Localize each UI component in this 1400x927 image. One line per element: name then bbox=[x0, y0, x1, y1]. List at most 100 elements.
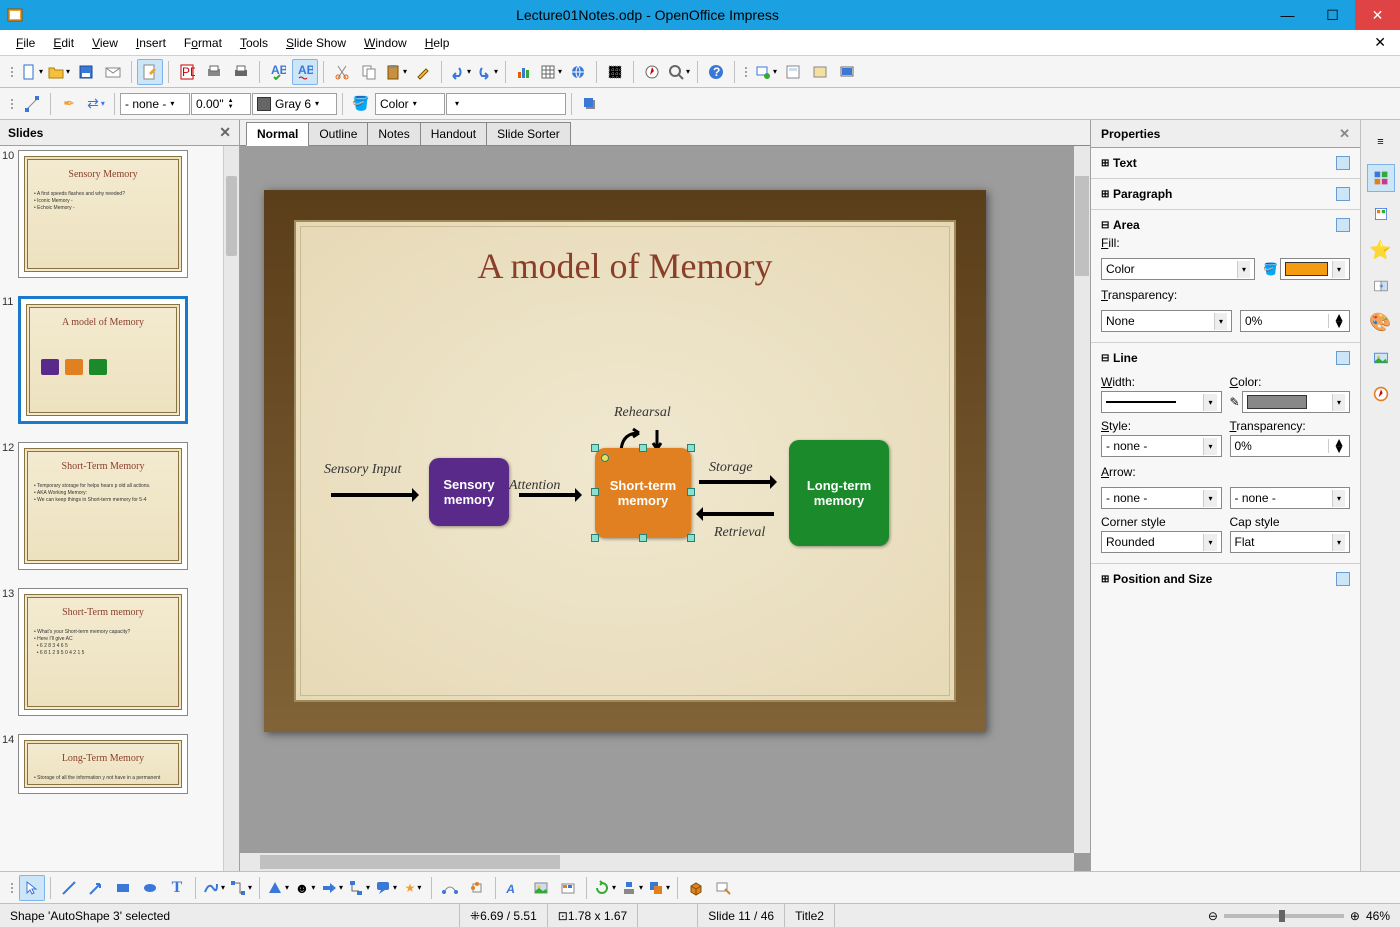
hyperlink-button[interactable] bbox=[565, 59, 591, 85]
zoom-out-button[interactable]: ⊖ bbox=[1208, 909, 1218, 923]
selection-handle[interactable] bbox=[639, 444, 647, 452]
slide-layout-button[interactable] bbox=[780, 59, 806, 85]
line-tool-button[interactable] bbox=[56, 875, 82, 901]
grid-button[interactable] bbox=[602, 59, 628, 85]
line-color-select[interactable]: Gray 6▾ bbox=[252, 93, 337, 115]
presentation-button[interactable] bbox=[834, 59, 860, 85]
box-long-term[interactable]: Long-term memory bbox=[789, 440, 889, 546]
stars-button[interactable]: ★▾ bbox=[400, 875, 426, 901]
gluepoints-button[interactable] bbox=[464, 875, 490, 901]
rail-custom-animation-button[interactable]: ⭐ bbox=[1367, 236, 1395, 264]
extrusion-button[interactable] bbox=[683, 875, 709, 901]
print-button[interactable] bbox=[228, 59, 254, 85]
menu-help[interactable]: Help bbox=[417, 32, 458, 54]
basic-shapes-button[interactable]: ▾ bbox=[265, 875, 291, 901]
arrow[interactable] bbox=[519, 493, 579, 497]
section-position-size[interactable]: ⊞Position and Size bbox=[1101, 568, 1350, 590]
toolbar-grip[interactable] bbox=[9, 99, 15, 109]
connector-tool-button[interactable]: ▾ bbox=[228, 875, 254, 901]
box-sensory[interactable]: Sensory memory bbox=[429, 458, 509, 526]
arrow[interactable] bbox=[331, 493, 416, 497]
adjustment-handle[interactable] bbox=[601, 454, 609, 462]
navigator-button[interactable] bbox=[639, 59, 665, 85]
menu-file[interactable]: File bbox=[8, 32, 43, 54]
properties-close-icon[interactable]: ✕ bbox=[1339, 126, 1350, 142]
slide-thumb[interactable]: 11 A model of Memory bbox=[18, 296, 231, 424]
shadow-button[interactable] bbox=[577, 91, 603, 117]
maximize-button[interactable]: ☐ bbox=[1310, 0, 1355, 30]
slide-thumb[interactable]: 10 Sensory Memory • A first speeds flash… bbox=[18, 150, 231, 278]
slide-title[interactable]: A model of Memory bbox=[264, 245, 986, 287]
rectangle-tool-button[interactable] bbox=[110, 875, 136, 901]
fontwork-button[interactable]: A bbox=[501, 875, 527, 901]
alignment-button[interactable]: ▾ bbox=[619, 875, 645, 901]
rail-slide-transition-button[interactable] bbox=[1367, 272, 1395, 300]
line-width-select[interactable]: ▾ bbox=[1101, 391, 1222, 413]
section-area-header[interactable]: ⊟Area bbox=[1101, 214, 1350, 236]
table-button[interactable]: ▾ bbox=[538, 59, 564, 85]
arrange-button[interactable]: ▾ bbox=[646, 875, 672, 901]
fill-type-select[interactable]: Color▾ bbox=[1101, 258, 1255, 280]
rail-master-pages-button[interactable] bbox=[1367, 200, 1395, 228]
edit-points-button[interactable] bbox=[19, 91, 45, 117]
selection-handle[interactable] bbox=[591, 444, 599, 452]
slide-thumb[interactable]: 14 Long-Term Memory • Storage of all the… bbox=[18, 734, 231, 794]
tab-slide-sorter[interactable]: Slide Sorter bbox=[486, 122, 571, 146]
rail-styles-button[interactable]: 🎨 bbox=[1367, 308, 1395, 336]
fill-type-select[interactable]: Color▾ bbox=[375, 93, 445, 115]
menu-format[interactable]: Format bbox=[176, 32, 230, 54]
menu-edit[interactable]: Edit bbox=[45, 32, 82, 54]
redo-button[interactable]: ▾ bbox=[474, 59, 500, 85]
corner-style-select[interactable]: Rounded▾ bbox=[1101, 531, 1222, 553]
area-style-icon[interactable]: 🪣 bbox=[348, 91, 374, 117]
slide[interactable]: A model of Memory Sensory Input Attentio… bbox=[264, 190, 986, 732]
toolbar-grip[interactable] bbox=[9, 883, 15, 893]
line-arrow-tool-button[interactable] bbox=[83, 875, 109, 901]
line-color-select[interactable]: ▾ bbox=[1242, 391, 1350, 413]
gallery-button[interactable] bbox=[555, 875, 581, 901]
export-pdf-button[interactable]: PDF bbox=[174, 59, 200, 85]
copy-button[interactable] bbox=[356, 59, 382, 85]
section-text[interactable]: ⊞Text bbox=[1101, 152, 1350, 174]
save-button[interactable] bbox=[73, 59, 99, 85]
print-preview-button[interactable] bbox=[201, 59, 227, 85]
menu-tools[interactable]: Tools bbox=[232, 32, 276, 54]
tab-notes[interactable]: Notes bbox=[367, 122, 420, 146]
zoom-value[interactable]: 46% bbox=[1366, 909, 1390, 923]
menu-slideshow[interactable]: Slide Show bbox=[278, 32, 354, 54]
callouts-button[interactable]: ▾ bbox=[373, 875, 399, 901]
from-file-button[interactable] bbox=[528, 875, 554, 901]
zoom-in-button[interactable]: ⊕ bbox=[1350, 909, 1360, 923]
selection-handle[interactable] bbox=[639, 534, 647, 542]
zoom-slider[interactable] bbox=[1224, 914, 1344, 918]
section-paragraph[interactable]: ⊞Paragraph bbox=[1101, 183, 1350, 205]
interaction-button[interactable] bbox=[710, 875, 736, 901]
menu-window[interactable]: Window bbox=[356, 32, 415, 54]
selection-handle[interactable] bbox=[591, 534, 599, 542]
selection-handle[interactable] bbox=[591, 488, 599, 496]
tab-handout[interactable]: Handout bbox=[420, 122, 487, 146]
transparency-type-select[interactable]: None▾ bbox=[1101, 310, 1232, 332]
chart-button[interactable] bbox=[511, 59, 537, 85]
selection-handle[interactable] bbox=[687, 534, 695, 542]
selection-handle[interactable] bbox=[687, 444, 695, 452]
rotate-button[interactable]: ▾ bbox=[592, 875, 618, 901]
spellcheck-button[interactable]: ABC bbox=[265, 59, 291, 85]
undo-button[interactable]: ▾ bbox=[447, 59, 473, 85]
minimize-button[interactable]: — bbox=[1265, 0, 1310, 30]
select-tool-button[interactable] bbox=[19, 875, 45, 901]
open-button[interactable]: ▾ bbox=[46, 59, 72, 85]
close-button[interactable]: ✕ bbox=[1355, 0, 1400, 30]
vertical-scrollbar[interactable] bbox=[1074, 146, 1090, 853]
cut-button[interactable] bbox=[329, 59, 355, 85]
rail-gallery-button[interactable] bbox=[1367, 344, 1395, 372]
document-close-button[interactable]: ✕ bbox=[1368, 34, 1392, 51]
fill-color-select[interactable]: ▾ bbox=[1280, 258, 1350, 280]
horizontal-scrollbar[interactable] bbox=[240, 853, 1074, 871]
label-storage[interactable]: Storage bbox=[709, 460, 753, 476]
toolbar-grip[interactable] bbox=[9, 67, 15, 77]
label-rehearsal[interactable]: Rehearsal bbox=[614, 405, 671, 421]
new-button[interactable]: ▾ bbox=[19, 59, 45, 85]
edit-file-button[interactable] bbox=[137, 59, 163, 85]
line-transparency-spinner[interactable]: 0%▲▼ bbox=[1230, 435, 1351, 457]
